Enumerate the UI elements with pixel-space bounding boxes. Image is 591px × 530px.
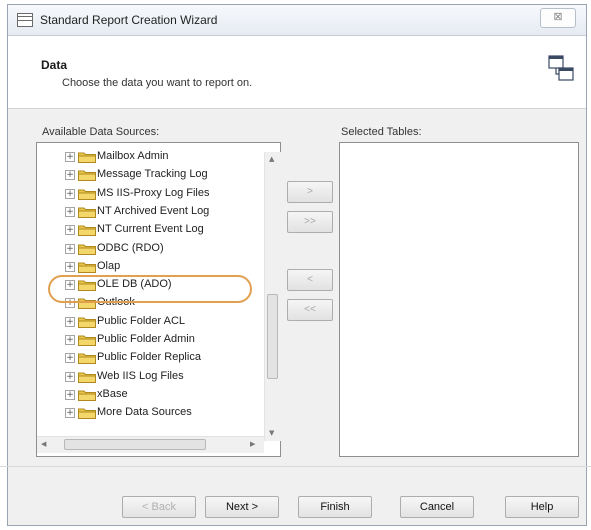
folder-icon (78, 352, 96, 365)
folder-icon (78, 407, 96, 420)
tree-item-label: NT Current Event Log (97, 223, 204, 236)
expand-icon[interactable]: + (65, 408, 75, 419)
folder-icon (78, 188, 96, 200)
title-bar: Standard Report Creation Wizard ⊠ (8, 5, 586, 36)
scroll-left-icon[interactable]: ◀ (41, 440, 46, 448)
folder-icon (78, 371, 96, 383)
horizontal-scroll-thumb[interactable] (64, 439, 206, 450)
scroll-right-icon[interactable]: ▶ (250, 440, 255, 448)
remove-button[interactable]: < (287, 269, 333, 291)
page-title: Data (41, 58, 68, 72)
wizard-header: Data Choose the data you want to report … (8, 36, 586, 109)
expand-icon[interactable]: + (65, 170, 75, 181)
back-button[interactable]: < Back (122, 496, 196, 518)
folder-icon (78, 279, 96, 292)
next-button[interactable]: Next > (205, 496, 279, 518)
scroll-down-icon[interactable]: ▼ (269, 429, 274, 437)
selected-tables-list[interactable] (339, 142, 579, 457)
horizontal-scrollbar[interactable]: ◀ ▶ (37, 436, 264, 453)
tree-item-label: Public Folder ACL (97, 314, 186, 327)
close-button[interactable]: ⊠ (540, 8, 576, 28)
tree-item-label: Web IIS Log Files (97, 369, 184, 382)
help-button[interactable]: Help (505, 496, 579, 518)
expand-icon[interactable]: + (65, 225, 75, 236)
folder-icon (78, 169, 96, 182)
available-sources-label: Available Data Sources: (42, 126, 160, 138)
vertical-scroll-thumb[interactable] (267, 294, 278, 379)
tree-item-label: Mailbox Admin (97, 150, 169, 162)
tree-item-label: Message Tracking Log (97, 168, 208, 181)
expand-icon[interactable]: + (65, 243, 75, 254)
tree-item-label: MS IIS-Proxy Log Files (97, 186, 210, 199)
cancel-button[interactable]: Cancel (400, 496, 474, 518)
tree-item-label: ODBC (RDO) (97, 241, 164, 254)
tree-item-label: NT Archived Event Log (97, 204, 210, 217)
window-icon (17, 13, 33, 27)
tree-item-label: More Data Sources (97, 406, 192, 419)
window-title: Standard Report Creation Wizard (40, 13, 218, 27)
expand-icon[interactable]: + (65, 261, 75, 272)
tree-item-label: Outlook (97, 296, 135, 309)
folder-icon (78, 151, 96, 163)
expand-icon[interactable]: + (65, 335, 75, 345)
folder-icon (78, 297, 96, 310)
tree-item-label: Public Folder Admin (97, 333, 195, 345)
data-tables-icon (548, 55, 574, 81)
add-button[interactable]: > (287, 181, 333, 203)
expand-icon[interactable]: + (65, 206, 75, 217)
folder-icon (78, 243, 96, 255)
vertical-scrollbar[interactable]: ▲ ▼ (264, 152, 281, 441)
add-all-button[interactable]: >> (287, 211, 333, 233)
folder-icon (78, 316, 96, 328)
remove-all-button[interactable]: << (287, 299, 333, 321)
folder-icon (78, 334, 96, 346)
expand-icon[interactable]: + (65, 280, 75, 291)
expand-icon[interactable]: + (65, 316, 75, 327)
folder-icon (78, 261, 96, 273)
expand-icon[interactable]: + (65, 188, 75, 199)
expand-icon[interactable]: + (65, 371, 75, 382)
expand-icon[interactable]: + (65, 389, 75, 400)
selected-tables-label: Selected Tables: (341, 126, 422, 138)
tree-item-label: xBase (97, 387, 128, 400)
page-subtitle: Choose the data you want to report on. (62, 77, 253, 89)
folder-icon (78, 206, 96, 218)
folder-icon (78, 389, 96, 401)
tree-item-label: Public Folder Replica (97, 351, 201, 364)
expand-icon[interactable]: + (65, 152, 75, 162)
data-source-tree[interactable]: + Mailbox Admin + Message Tracking Log + MS I… (36, 142, 281, 457)
expand-icon[interactable]: + (65, 353, 75, 364)
folder-icon (78, 224, 96, 237)
tree-item-label: Olap (97, 259, 121, 272)
tree-item-label: OLE DB (ADO) (97, 278, 172, 291)
finish-button[interactable]: Finish (298, 496, 372, 518)
footer-divider (0, 466, 591, 467)
scroll-up-icon[interactable]: ▲ (269, 155, 274, 163)
expand-icon[interactable]: + (65, 298, 75, 309)
